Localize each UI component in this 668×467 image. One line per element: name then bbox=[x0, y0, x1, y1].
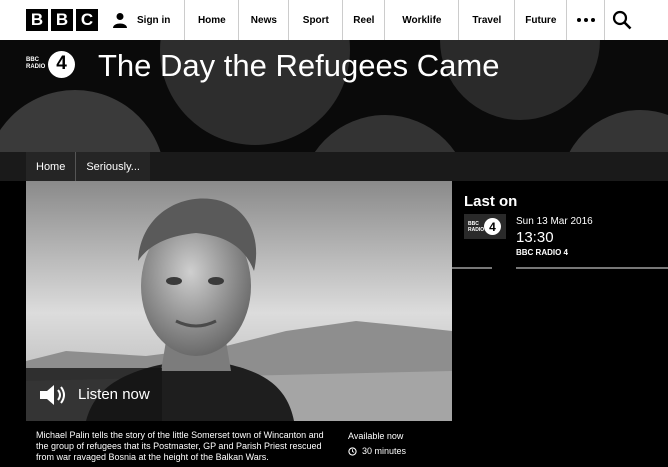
nav-sport[interactable]: Sport bbox=[289, 0, 344, 40]
broadcast-date: Sun 13 Mar 2016 bbox=[516, 216, 593, 227]
logo-letter-c: C bbox=[76, 9, 98, 31]
radio4-small-number: 4 bbox=[484, 218, 501, 235]
page-title: The Day the Refugees Came bbox=[98, 48, 500, 83]
clock-icon bbox=[348, 446, 357, 456]
radio4-small-logo[interactable]: BBC RADIO 4 bbox=[464, 214, 506, 239]
signin-label: Sign in bbox=[137, 14, 171, 26]
radio4-logo[interactable]: BBC RADIO 4 bbox=[26, 46, 86, 82]
search-icon bbox=[613, 10, 632, 30]
listen-now-label: Listen now bbox=[78, 386, 150, 403]
episode-synopsis: Michael Palin tells the story of the lit… bbox=[36, 430, 324, 462]
search-button[interactable] bbox=[605, 0, 639, 40]
broadcast-station[interactable]: BBC RADIO 4 bbox=[516, 248, 568, 257]
bbc-global-nav: B B C Sign in Home News Sport Reel Workl… bbox=[0, 0, 668, 40]
last-on-panel: Last on BBC RADIO 4 Sun 13 Mar 2016 13:3… bbox=[452, 181, 668, 421]
bbc-logo[interactable]: B B C bbox=[26, 9, 98, 31]
divider bbox=[516, 267, 668, 269]
duration: 30 minutes bbox=[348, 446, 406, 456]
broadcast-time: 13:30 bbox=[516, 229, 554, 246]
radio4-logo-text: BBC RADIO bbox=[26, 57, 46, 70]
more-dots-icon[interactable] bbox=[567, 0, 606, 40]
breadcrumb-seriously[interactable]: Seriously... bbox=[75, 152, 150, 181]
availability-label: Available now bbox=[348, 431, 404, 441]
nav-travel[interactable]: Travel bbox=[459, 0, 516, 40]
listen-now-button[interactable]: Listen now bbox=[26, 368, 162, 421]
user-icon bbox=[113, 13, 127, 28]
divider bbox=[452, 267, 492, 269]
nav-future[interactable]: Future bbox=[515, 0, 568, 40]
speaker-icon bbox=[40, 384, 65, 405]
logo-letter-b1: B bbox=[26, 9, 48, 31]
nav-news[interactable]: News bbox=[239, 0, 290, 40]
nav-reel[interactable]: Reel bbox=[343, 0, 386, 40]
radio4-small-logo-text: BBC RADIO bbox=[468, 220, 485, 233]
duration-label: 30 minutes bbox=[362, 446, 407, 456]
last-on-heading: Last on bbox=[464, 193, 518, 210]
breadcrumb-home[interactable]: Home bbox=[26, 152, 75, 181]
radio4-number: 4 bbox=[48, 50, 75, 78]
signin-button[interactable]: Sign in bbox=[112, 0, 186, 40]
nav-home[interactable]: Home bbox=[185, 0, 240, 40]
nav-worklife[interactable]: Worklife bbox=[385, 0, 460, 40]
breadcrumb: Home Seriously... bbox=[26, 152, 150, 181]
brand-header: BBC RADIO 4 The Day the Refugees Came bbox=[0, 40, 668, 152]
logo-letter-b2: B bbox=[51, 9, 73, 31]
